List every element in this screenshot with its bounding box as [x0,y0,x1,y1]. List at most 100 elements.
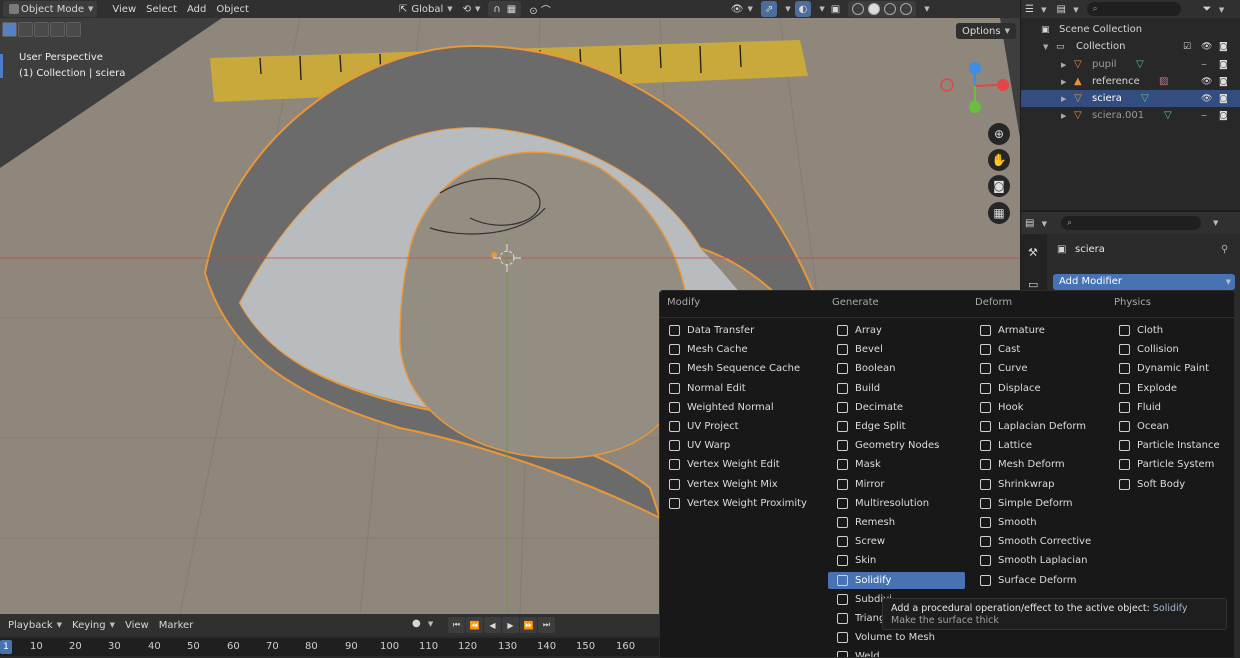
menu-playback[interactable]: Playback ▼ [3,617,67,633]
modifier-menu-item[interactable]: Simple Deform [971,495,1106,512]
visibility-icon[interactable]: 👁 ▼ [726,1,758,17]
menu-select[interactable]: Select [141,1,182,17]
exclude-checkbox[interactable]: ☑ [1183,42,1191,52]
modifier-menu-item[interactable]: Build [828,380,965,397]
collapse-arrow-icon[interactable]: ▶ [1061,78,1066,86]
pin-icon[interactable]: ⚲ [1221,244,1228,255]
modifier-menu-item[interactable]: Volume to Mesh [828,629,965,646]
play-icon[interactable]: ▶ [502,617,519,633]
overlay-toggle[interactable]: ◐ [794,1,812,17]
modifier-menu-item[interactable]: Weld [828,648,965,657]
jump-start-icon[interactable]: ⏮ [448,617,465,633]
modifier-menu-item[interactable]: Hook [971,399,1106,416]
collection-row[interactable]: ▼ ▭ Collection ☑ 👁 ◙ [1021,38,1240,55]
mode-selector[interactable]: Object Mode ▼ [3,1,98,17]
eye-icon[interactable]: 👁 [1201,94,1212,104]
modifier-menu-item[interactable]: Particle Instance [1110,437,1230,454]
menu-keying[interactable]: Keying ▼ [67,617,120,633]
expand-arrow-icon[interactable]: ▼ [1043,43,1048,51]
snap-icon[interactable]: ∩ [490,1,503,17]
add-modifier-button[interactable]: Add Modifier ▼ [1053,274,1235,290]
modifier-menu-item[interactable]: Dynamic Paint [1110,360,1230,377]
pan-hand-icon[interactable]: ✋ [988,149,1010,171]
rendered-shading-icon[interactable] [900,3,913,15]
modifier-menu-item[interactable]: Solidify [828,571,965,589]
modifier-menu-item[interactable]: Edge Split [828,418,965,435]
chevron-down-icon[interactable]: ▼ [1213,219,1218,227]
frame-ruler[interactable]: 1 10 20 30 40 50 60 70 80 90 100 110 120… [0,638,660,656]
modifier-menu-item[interactable]: Bevel [828,341,965,358]
select-box-icon[interactable] [2,22,17,37]
modifier-menu-item[interactable]: Collision [1110,341,1230,358]
modifier-menu-item[interactable]: Mesh Deform [971,456,1106,473]
modifier-menu-item[interactable]: Particle System [1110,456,1230,473]
modifier-menu-item[interactable]: Multiresolution [828,495,965,512]
transform-orientation[interactable]: ⇱ Global ▼ [394,1,458,17]
modifier-menu-item[interactable]: Remesh [828,514,965,531]
tool-tab-icon[interactable]: ⚒ [1028,246,1038,259]
outliner-item-sciera[interactable]: ▶ ▽ sciera ▽ 👁 ◙ [1021,90,1240,107]
modifier-menu-item[interactable]: Armature [971,322,1106,339]
modifier-menu-item[interactable]: Soft Body [1110,476,1230,493]
jump-keyframe-back-icon[interactable]: ⏪ [466,617,483,633]
modifier-menu-item[interactable]: UV Warp [660,437,820,454]
outliner-item-sciera-001[interactable]: ▶ ▽ sciera.001 ▽ ⌣ ◙ [1021,107,1240,124]
grid-perspective-icon[interactable]: ▦ [988,202,1010,224]
filter-icon[interactable]: ⏷ ▼ [1203,2,1225,16]
pivot-point-button[interactable]: ⟲ ▼ [458,1,486,17]
camera-icon[interactable]: ◙ [988,175,1010,197]
solid-shading-icon[interactable] [868,3,881,15]
modifier-menu-item[interactable]: Skin [828,552,965,569]
snap-target-icon[interactable]: ▦ [504,1,519,17]
modifier-menu-item[interactable]: Shrinkwrap [971,476,1106,493]
modifier-menu-item[interactable]: Weighted Normal [660,399,820,416]
modifier-menu-item[interactable]: Vertex Weight Proximity [660,495,820,512]
record-icon[interactable]: ● ▼ [412,618,433,629]
display-mode-icon[interactable]: ▤ ▼ [1057,4,1079,15]
menu-add[interactable]: Add [182,1,211,17]
modifier-menu-item[interactable]: Surface Deform [971,572,1106,589]
select-subtract-icon[interactable] [34,22,49,37]
gizmo-toggle[interactable]: ⇗ [760,1,778,17]
modifier-menu-item[interactable]: UV Project [660,418,820,435]
overlay-dropdown-icon[interactable]: ▼ [814,1,825,17]
camera-render-icon[interactable]: ◙ [1219,60,1228,70]
select-invert-icon[interactable] [50,22,65,37]
xray-icon[interactable]: ▣ [826,1,845,17]
gizmo-dropdown-icon[interactable]: ▼ [780,1,791,17]
outliner-item-pupil[interactable]: ▶ ▽ pupil ▽ ⌣ ◙ [1021,56,1240,73]
jump-end-icon[interactable]: ⏭ [538,617,555,633]
modifier-menu-item[interactable]: Mesh Cache [660,341,820,358]
material-shading-icon[interactable] [884,3,897,15]
modifier-menu-item[interactable]: Array [828,322,965,339]
collapse-arrow-icon[interactable]: ▶ [1061,112,1066,120]
menu-object[interactable]: Object [211,1,254,17]
camera-render-icon[interactable]: ◙ [1219,42,1228,52]
outliner-search-input[interactable]: ⌕ [1086,2,1181,16]
modifier-menu-item[interactable]: Screw [828,533,965,550]
play-reverse-icon[interactable]: ◀ [484,617,501,633]
editor-type-icon[interactable]: ☰ ▼ [1025,4,1047,15]
modifier-menu-item[interactable]: Lattice [971,437,1106,454]
modifier-menu-item[interactable]: Explode [1110,380,1230,397]
jump-keyframe-forward-icon[interactable]: ⏩ [520,617,537,633]
modifier-menu-item[interactable]: Laplacian Deform [971,418,1106,435]
wireframe-shading-icon[interactable] [852,3,865,15]
menu-marker[interactable]: Marker [154,617,199,633]
menu-view[interactable]: View [107,1,141,17]
modifier-menu-item[interactable]: Normal Edit [660,380,820,397]
select-extend-icon[interactable] [18,22,33,37]
menu-timeline-view[interactable]: View [120,617,154,633]
camera-render-icon[interactable]: ◙ [1219,77,1228,87]
modifier-menu-item[interactable]: Displace [971,380,1106,397]
collapse-arrow-icon[interactable]: ▶ [1061,61,1066,69]
modifier-menu-item[interactable]: Fluid [1110,399,1230,416]
modifier-menu-item[interactable]: Cloth [1110,322,1230,339]
modifier-menu-item[interactable]: Geometry Nodes [828,437,965,454]
modifier-menu-item[interactable]: Mesh Sequence Cache [660,360,820,377]
zoom-icon[interactable]: ⊕ [988,123,1010,145]
modifier-menu-item[interactable]: Curve [971,360,1106,377]
modifier-menu-item[interactable]: Mask [828,456,965,473]
editor-type-icon[interactable]: ▤ ▼ [1025,218,1047,229]
modifier-menu-item[interactable]: Boolean [828,360,965,377]
